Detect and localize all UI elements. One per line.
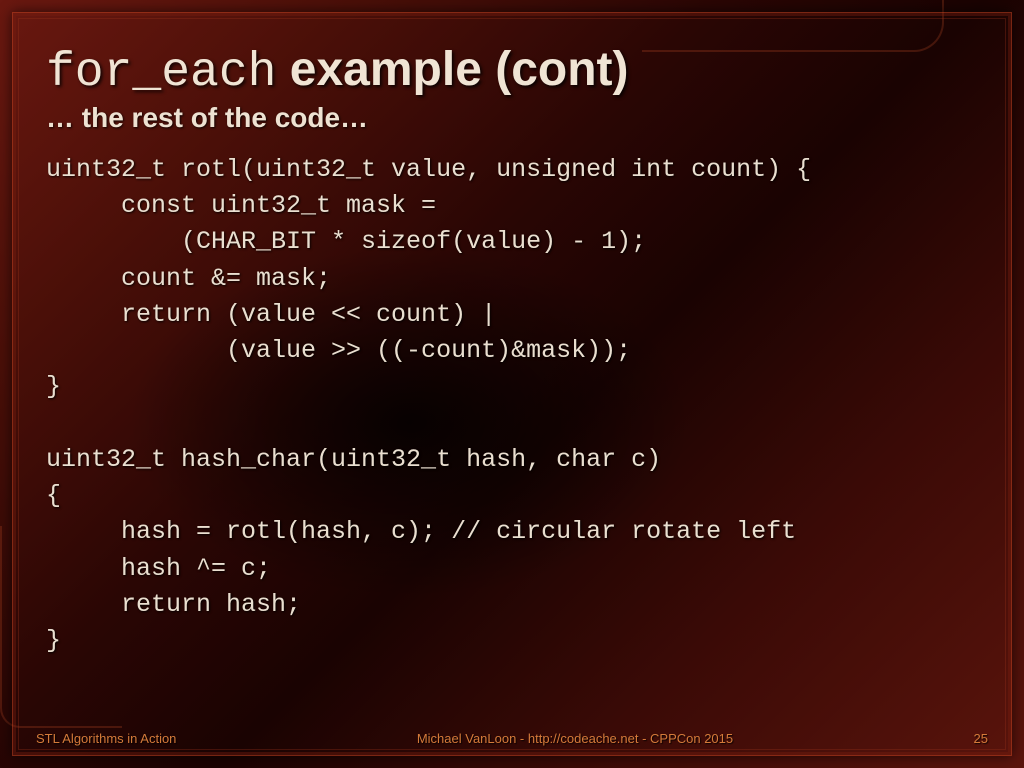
code-block: uint32_t rotl(uint32_t value, unsigned i… <box>46 152 978 660</box>
slide-number: 25 <box>974 731 988 746</box>
title-code-part: for_each <box>46 46 276 100</box>
title-text-part: example (cont) <box>276 43 628 96</box>
footer-center: Michael VanLoon - http://codeache.net - … <box>176 731 973 746</box>
slide-footer: STL Algorithms in Action Michael VanLoon… <box>0 731 1024 746</box>
slide-subtitle: … the rest of the code… <box>46 102 978 134</box>
slide-title: for_each example (cont) <box>46 44 978 100</box>
slide-content: for_each example (cont) … the rest of th… <box>0 0 1024 768</box>
footer-left: STL Algorithms in Action <box>36 731 176 746</box>
